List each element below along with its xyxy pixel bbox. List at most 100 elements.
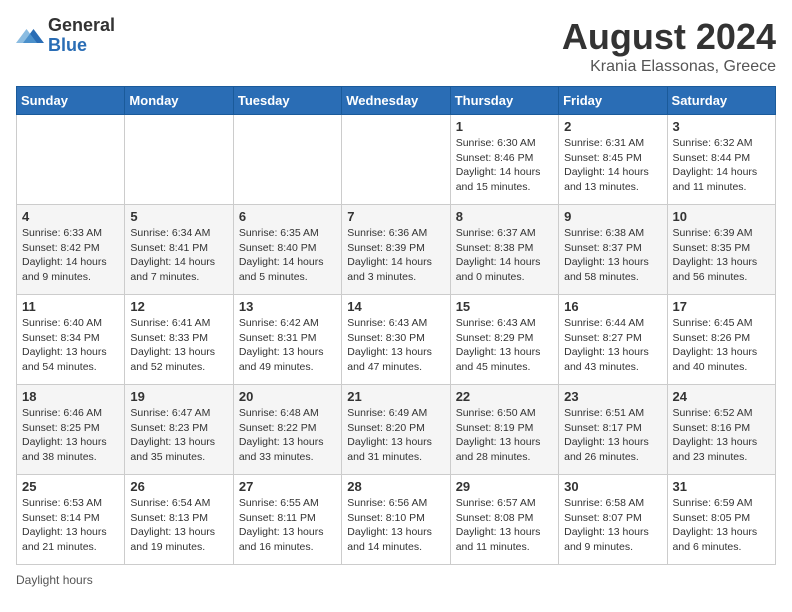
calendar-cell: 11 Sunrise: 6:40 AMSunset: 8:34 PMDayligh… [17, 295, 125, 385]
day-info: Sunrise: 6:36 AMSunset: 8:39 PMDaylight:… [347, 226, 444, 285]
calendar-cell: 16 Sunrise: 6:44 AMSunset: 8:27 PMDayligh… [559, 295, 667, 385]
day-info: Sunrise: 6:47 AMSunset: 8:23 PMDaylight:… [130, 406, 227, 465]
calendar-cell: 9 Sunrise: 6:38 AMSunset: 8:37 PMDaylight… [559, 205, 667, 295]
logo-icon [16, 22, 44, 50]
day-number: 18 [22, 389, 119, 404]
calendar-cell: 30 Sunrise: 6:58 AMSunset: 8:07 PMDayligh… [559, 475, 667, 565]
day-number: 21 [347, 389, 444, 404]
day-number: 1 [456, 119, 553, 134]
calendar-cell: 21 Sunrise: 6:49 AMSunset: 8:20 PMDayligh… [342, 385, 450, 475]
calendar-cell: 7 Sunrise: 6:36 AMSunset: 8:39 PMDaylight… [342, 205, 450, 295]
day-number: 16 [564, 299, 661, 314]
calendar-cell [125, 115, 233, 205]
calendar-cell: 3Sunrise: 6:32 AMSunset: 8:44 PMDaylight… [667, 115, 775, 205]
week-row-4: 18Sunrise: 6:46 AMSunset: 8:25 PMDayligh… [17, 385, 776, 475]
footer: Daylight hours [16, 573, 776, 587]
calendar-cell: 1 Sunrise: 6:30 AMSunset: 8:46 PMDaylight… [450, 115, 558, 205]
day-info: Sunrise: 6:49 AMSunset: 8:20 PMDaylight:… [347, 406, 444, 465]
day-info: Sunrise: 6:44 AMSunset: 8:27 PMDaylight:… [564, 316, 661, 375]
day-number: 25 [22, 479, 119, 494]
logo-blue-text: Blue [48, 36, 115, 56]
day-number: 14 [347, 299, 444, 314]
calendar-cell: 20 Sunrise: 6:48 AMSunset: 8:22 PMDayligh… [233, 385, 341, 475]
day-number: 19 [130, 389, 227, 404]
day-info: Sunrise: 6:43 AMSunset: 8:30 PMDaylight:… [347, 316, 444, 375]
weekday-header-sunday: Sunday [17, 87, 125, 115]
day-info: Sunrise: 6:59 AMSunset: 8:05 PMDaylight:… [673, 496, 770, 555]
day-number: 17 [673, 299, 770, 314]
day-number: 29 [456, 479, 553, 494]
calendar-cell: 22Sunrise: 6:50 AMSunset: 8:19 PMDayligh… [450, 385, 558, 475]
calendar-table: SundayMondayTuesdayWednesdayThursdayFrid… [16, 86, 776, 565]
day-number: 11 [22, 299, 119, 314]
day-number: 9 [564, 209, 661, 224]
calendar-cell: 10 Sunrise: 6:39 AMSunset: 8:35 PMDayligh… [667, 205, 775, 295]
calendar-cell: 23 Sunrise: 6:51 AMSunset: 8:17 PMDayligh… [559, 385, 667, 475]
day-info: Sunrise: 6:41 AMSunset: 8:33 PMDaylight:… [130, 316, 227, 375]
day-info: Sunrise: 6:38 AMSunset: 8:37 PMDaylight:… [564, 226, 661, 285]
weekday-header-friday: Friday [559, 87, 667, 115]
day-number: 24 [673, 389, 770, 404]
day-info: Sunrise: 6:48 AMSunset: 8:22 PMDaylight:… [239, 406, 336, 465]
calendar-cell: 14 Sunrise: 6:43 AMSunset: 8:30 PMDayligh… [342, 295, 450, 385]
day-info: Sunrise: 6:43 AMSunset: 8:29 PMDaylight:… [456, 316, 553, 375]
day-info: Sunrise: 6:34 AMSunset: 8:41 PMDaylight:… [130, 226, 227, 285]
week-row-1: 1 Sunrise: 6:30 AMSunset: 8:46 PMDaylight… [17, 115, 776, 205]
calendar-cell: 13 Sunrise: 6:42 AMSunset: 8:31 PMDayligh… [233, 295, 341, 385]
calendar-cell: 18Sunrise: 6:46 AMSunset: 8:25 PMDayligh… [17, 385, 125, 475]
day-number: 2 [564, 119, 661, 134]
calendar-cell: 2 Sunrise: 6:31 AMSunset: 8:45 PMDaylight… [559, 115, 667, 205]
day-info: Sunrise: 6:37 AMSunset: 8:38 PMDaylight:… [456, 226, 553, 285]
calendar-cell: 24Sunrise: 6:52 AMSunset: 8:16 PMDayligh… [667, 385, 775, 475]
calendar-cell: 4Sunrise: 6:33 AMSunset: 8:42 PMDaylight… [17, 205, 125, 295]
day-number: 30 [564, 479, 661, 494]
calendar-cell [342, 115, 450, 205]
day-number: 10 [673, 209, 770, 224]
calendar-cell [17, 115, 125, 205]
day-number: 7 [347, 209, 444, 224]
calendar-cell: 15 Sunrise: 6:43 AMSunset: 8:29 PMDayligh… [450, 295, 558, 385]
title-section: August 2024 Krania Elassonas, Greece [562, 16, 776, 76]
day-number: 27 [239, 479, 336, 494]
day-number: 12 [130, 299, 227, 314]
logo: General Blue [16, 16, 115, 56]
page-header: General Blue August 2024 Krania Elassona… [16, 16, 776, 76]
day-number: 31 [673, 479, 770, 494]
day-number: 13 [239, 299, 336, 314]
logo-text: General Blue [48, 16, 115, 56]
day-info: Sunrise: 6:31 AMSunset: 8:45 PMDaylight:… [564, 136, 661, 195]
day-info: Sunrise: 6:54 AMSunset: 8:13 PMDaylight:… [130, 496, 227, 555]
week-row-2: 4Sunrise: 6:33 AMSunset: 8:42 PMDaylight… [17, 205, 776, 295]
day-info: Sunrise: 6:42 AMSunset: 8:31 PMDaylight:… [239, 316, 336, 375]
day-info: Sunrise: 6:56 AMSunset: 8:10 PMDaylight:… [347, 496, 444, 555]
calendar-cell: 8Sunrise: 6:37 AMSunset: 8:38 PMDaylight… [450, 205, 558, 295]
weekday-header-row: SundayMondayTuesdayWednesdayThursdayFrid… [17, 87, 776, 115]
day-number: 20 [239, 389, 336, 404]
day-number: 23 [564, 389, 661, 404]
day-number: 28 [347, 479, 444, 494]
day-info: Sunrise: 6:39 AMSunset: 8:35 PMDaylight:… [673, 226, 770, 285]
day-info: Sunrise: 6:51 AMSunset: 8:17 PMDaylight:… [564, 406, 661, 465]
day-number: 6 [239, 209, 336, 224]
week-row-5: 25Sunrise: 6:53 AMSunset: 8:14 PMDayligh… [17, 475, 776, 565]
weekday-header-tuesday: Tuesday [233, 87, 341, 115]
weekday-header-wednesday: Wednesday [342, 87, 450, 115]
day-info: Sunrise: 6:35 AMSunset: 8:40 PMDaylight:… [239, 226, 336, 285]
day-info: Sunrise: 6:50 AMSunset: 8:19 PMDaylight:… [456, 406, 553, 465]
weekday-header-monday: Monday [125, 87, 233, 115]
calendar-cell: 27Sunrise: 6:55 AMSunset: 8:11 PMDayligh… [233, 475, 341, 565]
day-number: 15 [456, 299, 553, 314]
day-number: 26 [130, 479, 227, 494]
daylight-label: Daylight hours [16, 573, 93, 587]
calendar-cell: 31 Sunrise: 6:59 AMSunset: 8:05 PMDayligh… [667, 475, 775, 565]
calendar-cell: 6 Sunrise: 6:35 AMSunset: 8:40 PMDaylight… [233, 205, 341, 295]
day-info: Sunrise: 6:33 AMSunset: 8:42 PMDaylight:… [22, 226, 119, 285]
day-info: Sunrise: 6:45 AMSunset: 8:26 PMDaylight:… [673, 316, 770, 375]
week-row-3: 11 Sunrise: 6:40 AMSunset: 8:34 PMDayligh… [17, 295, 776, 385]
calendar-cell: 29Sunrise: 6:57 AMSunset: 8:08 PMDayligh… [450, 475, 558, 565]
logo-general-text: General [48, 16, 115, 36]
day-info: Sunrise: 6:30 AMSunset: 8:46 PMDaylight:… [456, 136, 553, 195]
day-info: Sunrise: 6:40 AMSunset: 8:34 PMDaylight:… [22, 316, 119, 375]
weekday-header-saturday: Saturday [667, 87, 775, 115]
day-info: Sunrise: 6:58 AMSunset: 8:07 PMDaylight:… [564, 496, 661, 555]
